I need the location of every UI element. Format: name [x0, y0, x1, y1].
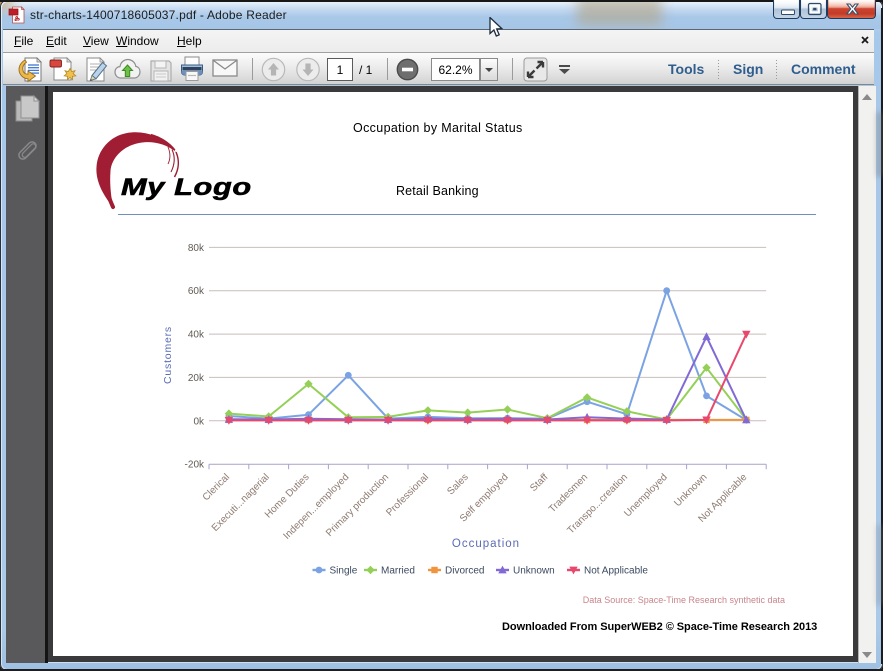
svg-text:Divorced: Divorced: [445, 566, 484, 577]
svg-text:Unknown: Unknown: [513, 566, 555, 577]
svg-text:0k: 0k: [193, 416, 205, 427]
svg-text:Data Source: Space-Time Resear: Data Source: Space-Time Research synthet…: [583, 595, 785, 605]
svg-text:80k: 80k: [188, 243, 205, 254]
svg-text:Unemployed: Unemployed: [622, 472, 669, 519]
svg-text:Unknown: Unknown: [672, 472, 709, 509]
svg-text:20k: 20k: [188, 373, 205, 384]
svg-text:Customers: Customers: [162, 326, 174, 384]
svg-text:-20k: -20k: [185, 460, 205, 471]
svg-text:Single: Single: [330, 566, 358, 577]
svg-text:Occupation: Occupation: [452, 538, 520, 550]
svg-text:60k: 60k: [188, 286, 205, 297]
svg-text:Staff: Staff: [528, 472, 550, 494]
svg-text:Professional: Professional: [384, 472, 431, 519]
svg-text:Married: Married: [381, 566, 415, 577]
svg-text:40k: 40k: [188, 330, 205, 341]
svg-text:Tradesmen: Tradesmen: [547, 472, 590, 515]
svg-text:Not Applicable: Not Applicable: [584, 566, 648, 577]
svg-text:Sales: Sales: [445, 472, 470, 497]
svg-text:Clerical: Clerical: [201, 472, 232, 503]
